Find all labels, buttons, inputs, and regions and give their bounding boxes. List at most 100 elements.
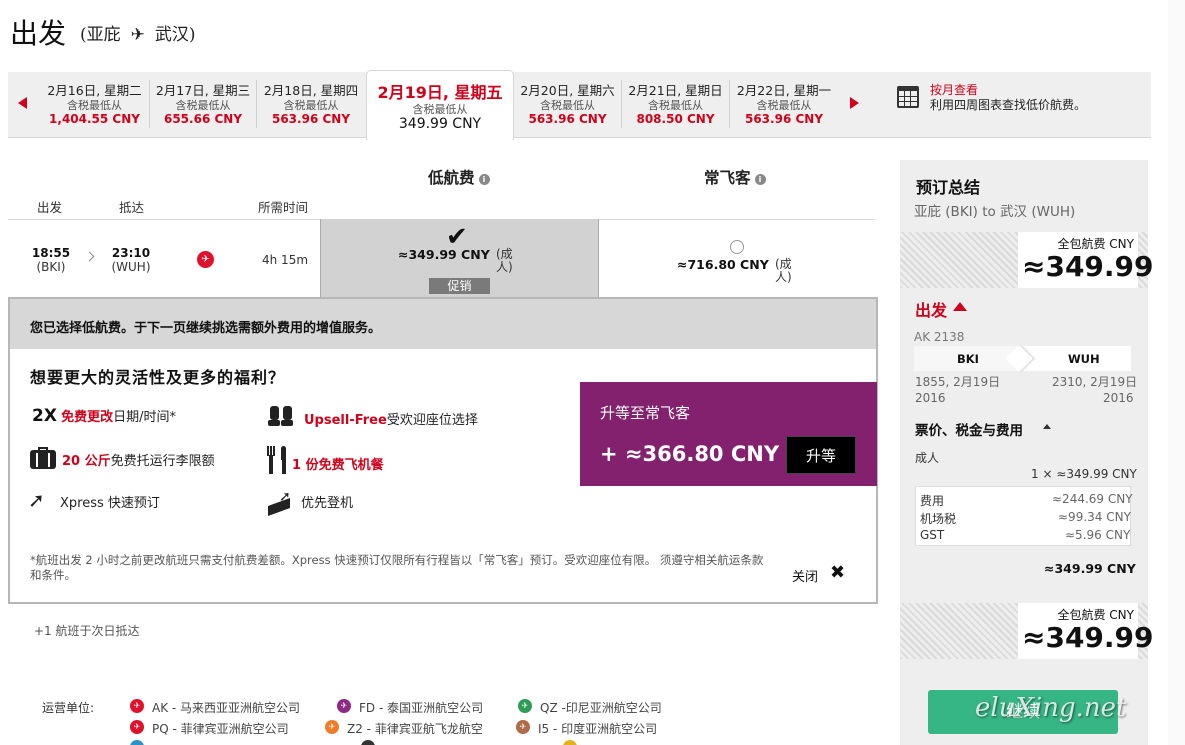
from-label: 含税最低从 <box>540 99 595 112</box>
subtotal: ≈349.99 CNY <box>1044 561 1136 576</box>
next-dates-arrow-icon[interactable] <box>850 97 859 109</box>
premium-fare-radio[interactable] <box>730 240 744 254</box>
upgrade-label: 升等至常飞客 <box>600 404 691 422</box>
feature-meal-red: 1 份免费飞机餐 <box>292 458 384 473</box>
date-option[interactable]: 2月18日, 星期四 含税最低从 563.96 CNY <box>257 80 365 128</box>
fees-heading[interactable]: 票价、税金与费用 <box>915 419 1023 439</box>
upsell-notice: 您已选择低航费。于下一页继续挑选需额外费用的增值服务。 <box>30 321 382 336</box>
priority-boarding-icon: ➚ <box>266 490 294 517</box>
airline-logo-icon: ✈ <box>197 251 214 268</box>
col-depart: 出发 <box>37 200 63 215</box>
departure-code: (BKI) <box>36 260 66 274</box>
date-price: 563.96 CNY <box>528 112 607 126</box>
month-view-description: 利用四周图表查找低价航费。 <box>930 98 1087 112</box>
feature-seat-red: Upsell-Free <box>304 413 387 428</box>
arrival-datetime: 2310, 2月19日 <box>1052 375 1138 389</box>
fee-label: 费用 <box>920 494 945 508</box>
date-price: 349.99 CNY <box>398 116 482 132</box>
low-fare-price: ≈349.99 CNY <box>398 247 490 262</box>
fare-type-low: 低航费 i <box>428 166 490 188</box>
airline-logo-icon <box>361 740 375 745</box>
upgrade-price: + ≈366.80 CNY <box>600 442 780 466</box>
from-label: 含税最低从 <box>756 99 812 112</box>
date-price: 563.96 CNY <box>271 112 351 126</box>
feature-baggage-text: 免费托运行李限额 <box>110 454 215 469</box>
arrival-year: 2016 <box>1103 391 1134 405</box>
col-duration: 所需时间 <box>258 200 309 215</box>
airline-logo-icon: ✈ <box>130 720 144 734</box>
continue-button[interactable]: 继续 <box>928 690 1118 734</box>
leg-origin: BKI <box>957 352 979 366</box>
from-label: 含税最低从 <box>283 99 339 112</box>
operator-item: AK - 马来西亚亚洲航空公司 <box>152 701 301 715</box>
from-label: 含税最低从 <box>67 99 122 112</box>
departure-datetime: 1855, 2月19日 <box>915 375 1001 389</box>
plane-icon: ✈ <box>130 25 145 45</box>
arrival-time: 23:10 <box>111 246 151 260</box>
info-icon[interactable]: i <box>478 174 490 185</box>
total-value: ≈349.99 <box>1022 621 1154 654</box>
collapse-up-icon[interactable] <box>953 302 967 311</box>
collapse-up-icon[interactable] <box>1043 424 1051 429</box>
airline-logo-icon: ✈ <box>518 699 532 713</box>
fee-value: ≈5.96 CNY <box>1065 528 1131 542</box>
arrival-cell: 23:10 (WUH) <box>105 246 157 274</box>
scrollbar[interactable] <box>1168 0 1185 745</box>
destination-city: 武汉) <box>154 25 196 45</box>
date-label: 2月19日, 星期五 <box>377 83 503 102</box>
upsell-footnote: *航班出发 2 小时之前更改航班只需支付航费差额。Xpress 快速预订仅限所有… <box>30 553 764 582</box>
seat-icon <box>268 406 296 428</box>
outbound-heading[interactable]: 出发 <box>915 297 947 321</box>
fare-type-low-label: 低航费 <box>428 169 475 187</box>
fee-label: 机场税 <box>920 512 957 526</box>
date-option[interactable]: 2月17日, 星期三 含税最低从 655.66 CNY <box>150 80 257 128</box>
airline-logo-icon: ✈ <box>516 720 530 734</box>
page-title: 出发 <box>10 17 67 50</box>
close-icon[interactable]: ✖ <box>830 562 845 583</box>
date-option[interactable]: 2月21日, 星期日 含税最低从 808.50 CNY <box>622 80 730 128</box>
premium-fare-price: ≈716.80 CNY <box>677 257 769 272</box>
airline-logo-icon: ✈ <box>337 699 351 713</box>
info-icon[interactable]: i <box>754 174 766 185</box>
feature-change-text: 日期/时间* <box>113 410 176 425</box>
date-option-selected[interactable]: 2月19日, 星期五 含税最低从 349.99 CNY <box>366 70 514 140</box>
from-label: 含税最低从 <box>412 103 468 116</box>
from-label: 含税最低从 <box>648 99 703 112</box>
col-arrive: 抵达 <box>119 200 145 215</box>
upgrade-button[interactable]: 升等 <box>786 436 856 474</box>
airline-logo-icon <box>130 740 144 745</box>
adult-fare-line: 1 × ≈349.99 CNY <box>1031 467 1137 481</box>
low-fare-pax: (成人) <box>496 247 513 274</box>
upsell-question: 想要更大的灵活性及更多的福利？ <box>30 368 286 387</box>
departure-time: 18:55 <box>31 246 71 260</box>
date-label: 2月16日, 星期二 <box>47 83 142 98</box>
prev-dates-arrow-icon[interactable] <box>18 97 27 109</box>
feature-priority: 优先登机 <box>301 496 354 511</box>
departure-cell: 18:55 (BKI) <box>28 246 74 274</box>
from-label: 含税最低从 <box>175 99 231 112</box>
adult-label: 成人 <box>915 451 940 465</box>
flight-number: AK 2138 <box>914 330 965 344</box>
date-label: 2月18日, 星期四 <box>263 83 359 98</box>
summary-route: 亚庇 (BKI) to 武汉 (WUH) <box>914 204 1076 220</box>
date-label: 2月20日, 星期六 <box>520 83 615 98</box>
date-price: 563.96 CNY <box>744 112 824 126</box>
feature-baggage-red: 20 公斤 <box>62 454 111 469</box>
summary-title: 预订总结 <box>916 178 981 197</box>
close-button[interactable]: 关闭 <box>792 566 818 585</box>
calendar-icon[interactable] <box>897 86 919 108</box>
origin-city: (亚庇 <box>80 25 121 45</box>
fare-type-premium-label: 常飞客 <box>704 169 751 187</box>
date-option[interactable]: 2月22日, 星期一 含税最低从 563.96 CNY <box>730 80 838 128</box>
flight-duration: 4h 15m <box>262 253 309 267</box>
date-option[interactable]: 2月20日, 星期六 含税最低从 563.96 CNY <box>514 80 622 128</box>
fee-value: ≈244.69 CNY <box>1052 492 1133 506</box>
operators-label: 运营单位: <box>42 701 95 715</box>
airline-logo-icon: ✈ <box>130 699 144 713</box>
operator-item: QZ -印尼亚洲航空公司 <box>540 701 662 715</box>
departure-year: 2016 <box>915 391 946 405</box>
date-option[interactable]: 2月16日, 星期二 含税最低从 1,404.55 CNY <box>40 80 150 128</box>
feature-change: 2X 免费更改日期/时间* <box>32 406 176 426</box>
operator-item: PQ - 菲律宾亚洲航空公司 <box>152 722 289 736</box>
airline-logo-icon <box>563 740 577 745</box>
